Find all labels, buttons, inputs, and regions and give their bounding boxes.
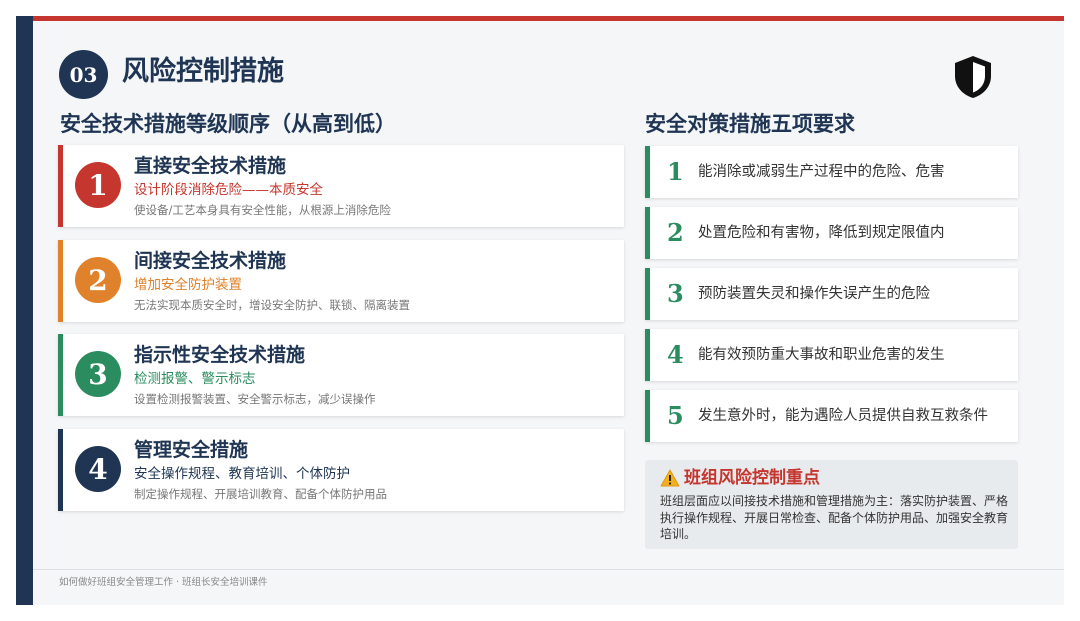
requirement-text: 预防装置失灵和操作失误产生的危险 — [698, 286, 930, 302]
risk-focus-header: 班组风险控制重点 — [660, 466, 820, 490]
measure-card-2: 2 间接安全技术措施 增加安全防护装置 无法实现本质安全时，增设安全防护、联锁、… — [58, 240, 624, 322]
shield-icon — [955, 56, 991, 98]
measure-card-3: 3 指示性安全技术措施 检测报警、警示标志 设置检测报警装置、安全警示标志，减少… — [58, 334, 624, 416]
measure-number-badge: 3 — [75, 351, 121, 397]
measure-number-badge: 2 — [75, 257, 121, 303]
requirement-card-3: 3 预防装置失灵和操作失误产生的危险 — [645, 268, 1018, 320]
measure-subtitle: 检测报警、警示标志 — [134, 371, 256, 387]
measure-description: 设置检测报警装置、安全警示标志，减少误操作 — [134, 392, 376, 406]
page-title: 风险控制措施 — [122, 56, 284, 87]
measure-title: 直接安全技术措施 — [134, 155, 287, 177]
slide: 03 风险控制措施 安全技术措施等级顺序（从高到低） 安全对策措施五项要求 1 … — [16, 16, 1064, 605]
measure-number-badge: 4 — [75, 446, 121, 492]
measure-subtitle: 设计阶段消除危险——本质安全 — [134, 182, 323, 198]
footer-text: 如何做好班组安全管理工作 · 班组长安全培训课件 — [59, 577, 268, 588]
measure-card-1: 1 直接安全技术措施 设计阶段消除危险——本质安全 使设备/工艺本身具有安全性能… — [58, 145, 624, 227]
footer-divider — [33, 569, 1064, 570]
requirement-number: 4 — [667, 340, 684, 369]
risk-focus-title: 班组风险控制重点 — [684, 468, 820, 488]
requirement-card-5: 5 发生意外时，能为遇险人员提供自救互救条件 — [645, 390, 1018, 442]
risk-focus-text: 班组层面应以间接技术措施和管理措施为主：落实防护装置、严格执行操作规程、开展日常… — [660, 494, 1009, 541]
requirement-card-1: 1 能消除或减弱生产过程中的危险、危害 — [645, 146, 1018, 198]
measure-subtitle: 安全操作规程、教育培训、个体防护 — [134, 466, 350, 482]
risk-focus-box: 班组风险控制重点 班组层面应以间接技术措施和管理措施为主：落实防护装置、严格执行… — [645, 460, 1018, 549]
left-section-title: 安全技术措施等级顺序（从高到低） — [60, 112, 396, 136]
measure-card-4: 4 管理安全措施 安全操作规程、教育培训、个体防护 制定操作规程、开展培训教育、… — [58, 429, 624, 511]
requirement-number: 5 — [667, 401, 684, 430]
requirement-text: 处置危险和有害物，降低到规定限值内 — [698, 225, 945, 241]
requirement-text: 发生意外时，能为遇险人员提供自救互救条件 — [698, 408, 988, 424]
requirement-card-4: 4 能有效预防重大事故和职业危害的发生 — [645, 329, 1018, 381]
section-number-badge: 03 — [59, 50, 108, 99]
measure-number-badge: 1 — [75, 162, 121, 208]
measure-title: 指示性安全技术措施 — [134, 344, 306, 366]
warning-icon — [660, 469, 680, 487]
measure-title: 间接安全技术措施 — [134, 250, 287, 272]
measure-title: 管理安全措施 — [134, 439, 249, 461]
requirement-text: 能有效预防重大事故和职业危害的发生 — [698, 347, 945, 363]
measure-description: 制定操作规程、开展培训教育、配备个体防护用品 — [134, 487, 387, 501]
measure-description: 无法实现本质安全时，增设安全防护、联锁、隔离装置 — [134, 298, 410, 312]
left-accent-bar — [16, 16, 33, 605]
measure-description: 使设备/工艺本身具有安全性能，从根源上消除危险 — [134, 203, 391, 217]
requirement-card-2: 2 处置危险和有害物，降低到规定限值内 — [645, 207, 1018, 259]
requirement-number: 2 — [667, 218, 684, 247]
right-section-title: 安全对策措施五项要求 — [645, 112, 855, 136]
requirement-number: 3 — [667, 279, 684, 308]
top-accent-line — [33, 16, 1064, 21]
requirement-number: 1 — [667, 157, 684, 186]
requirement-text: 能消除或减弱生产过程中的危险、危害 — [698, 164, 945, 180]
measure-subtitle: 增加安全防护装置 — [134, 277, 242, 293]
